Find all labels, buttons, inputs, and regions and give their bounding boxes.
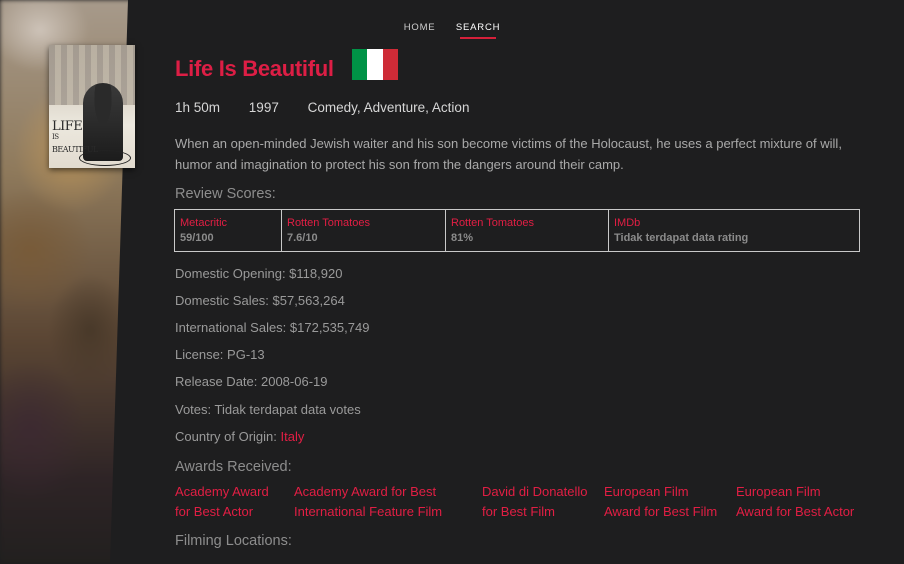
runtime: 1h 50m: [175, 100, 221, 115]
license: License: PG-13: [175, 347, 265, 362]
nav-search[interactable]: SEARCH: [456, 22, 500, 39]
domestic-opening: Domestic Opening: $118,920: [175, 266, 343, 281]
score-rotten-tomatoes-percent: Rotten Tomatoes 81%: [446, 210, 609, 251]
flag-stripe-green: [352, 49, 368, 80]
award-item[interactable]: European Film Award for Best Actor: [736, 482, 854, 522]
award-item[interactable]: Academy Award for Best International Fea…: [294, 482, 442, 522]
review-scores-table: Metacritic 59/100 Rotten Tomatoes 7.6/10…: [174, 209, 860, 252]
poster-title: LIFE IS BEAUTIFUL: [52, 119, 98, 154]
score-imdb: IMDb Tidak terdapat data rating: [614, 217, 749, 244]
release-year: 1997: [248, 100, 279, 115]
movie-description: When an open-minded Jewish waiter and hi…: [175, 136, 842, 172]
international-sales: International Sales: $172,535,749: [175, 320, 370, 335]
filming-locations-heading: Filming Locations:: [175, 533, 292, 549]
nav-home[interactable]: HOME: [404, 22, 436, 33]
movie-meta: 1h 50m 1997 Comedy, Adventure, Action: [175, 100, 494, 115]
awards-heading: Awards Received:: [175, 459, 292, 475]
country-of-origin: Country of Origin: Italy: [175, 429, 304, 444]
country-label: Country of Origin:: [175, 429, 281, 444]
review-scores-heading: Review Scores:: [175, 186, 276, 202]
movie-detail-page: HOME SEARCH LIFE IS BEAUTIFUL Life Is Beau…: [0, 0, 904, 564]
release-date: Release Date: 2008-06-19: [175, 374, 328, 389]
movie-poster: LIFE IS BEAUTIFUL: [49, 45, 135, 168]
top-nav: HOME SEARCH: [0, 17, 904, 39]
genres: Comedy, Adventure, Action: [307, 100, 470, 115]
award-item[interactable]: Academy Award for Best Actor: [175, 482, 269, 522]
country-link[interactable]: Italy: [281, 429, 305, 444]
award-item[interactable]: European Film Award for Best Film: [604, 482, 717, 522]
flag-stripe-white: [367, 49, 383, 80]
italy-flag-icon: [352, 49, 398, 80]
score-metacritic: Metacritic 59/100: [175, 210, 282, 251]
score-rotten-tomatoes-rating: Rotten Tomatoes 7.6/10: [282, 210, 446, 251]
award-item[interactable]: David di Donatello for Best Film: [482, 482, 588, 522]
domestic-sales: Domestic Sales: $57,563,264: [175, 293, 345, 308]
votes: Votes: Tidak terdapat data votes: [175, 402, 361, 417]
flag-stripe-red: [382, 49, 398, 80]
movie-title: Life Is Beautiful: [175, 56, 334, 81]
